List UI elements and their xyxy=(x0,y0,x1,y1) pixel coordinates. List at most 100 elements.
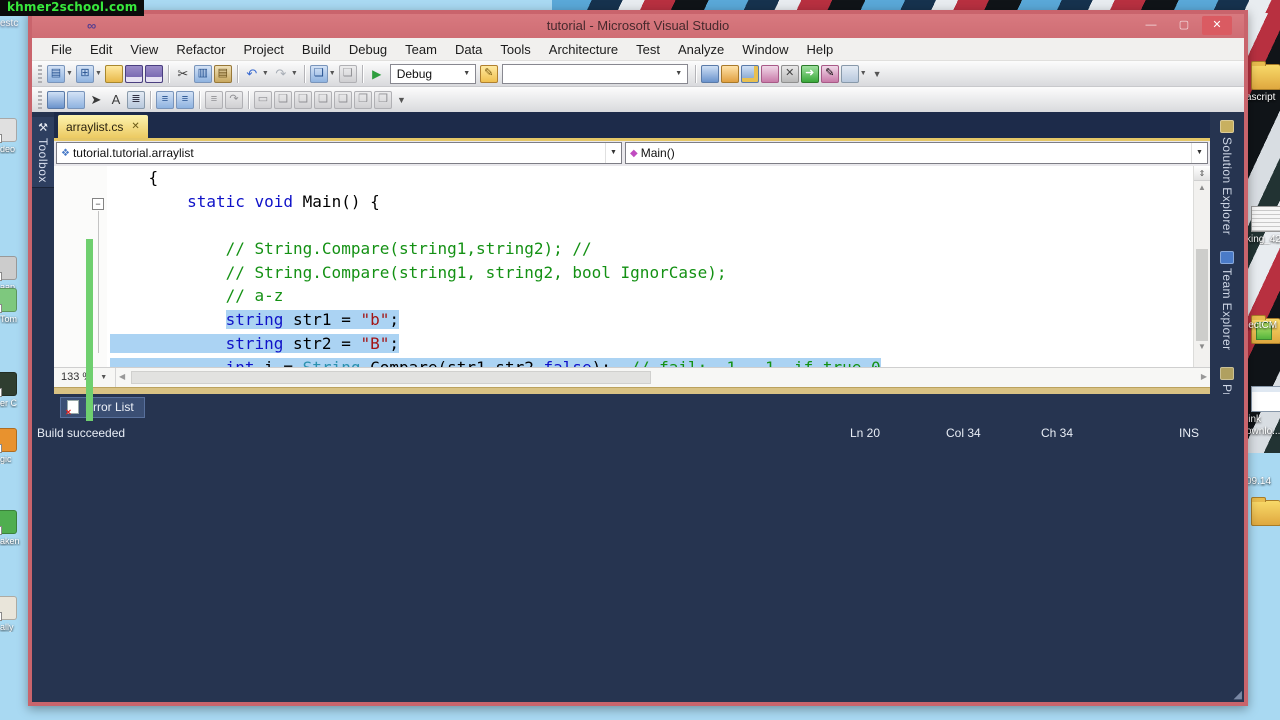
tab-close-icon[interactable]: ✕ xyxy=(131,121,139,132)
cut-button[interactable]: ✂ xyxy=(174,65,192,83)
menu-project[interactable]: Project xyxy=(234,39,292,60)
chevron-down-icon[interactable]: ▼ xyxy=(605,143,621,163)
desktop-icon-file[interactable] xyxy=(1251,206,1280,232)
desktop-shortcut-icon[interactable] xyxy=(0,256,17,281)
desktop-shortcut-icon[interactable] xyxy=(0,372,17,397)
toolbar-overflow-button[interactable]: ▼ xyxy=(873,69,882,79)
solution-explorer-button[interactable] xyxy=(720,64,739,83)
decrease-indent-button[interactable]: ≡ xyxy=(156,90,174,109)
code-line[interactable]: static void Main() { xyxy=(110,190,1193,214)
object-browser-button[interactable] xyxy=(760,64,779,83)
menu-analyze[interactable]: Analyze xyxy=(669,39,733,60)
zoom-level-dropdown[interactable]: 133 % ▼ xyxy=(54,367,116,387)
find-combo[interactable]: ▼ xyxy=(501,63,688,84)
redo-button[interactable]: ↷ xyxy=(272,65,290,83)
close-button[interactable]: ✕ xyxy=(1202,16,1232,35)
document-outline-button[interactable]: ≣ xyxy=(127,90,145,109)
code-line[interactable]: // String.Compare(string1, string2, bool… xyxy=(110,261,1193,285)
code-line[interactable] xyxy=(110,213,1193,237)
scroll-left-icon[interactable]: ◀ xyxy=(119,372,125,381)
view-designer-button[interactable] xyxy=(47,90,65,109)
wrap-lines-button[interactable]: ↷ xyxy=(225,90,243,109)
save-all-button[interactable] xyxy=(144,64,163,83)
redo-dropdown-caret[interactable]: ▼ xyxy=(291,70,298,77)
solution-platforms-button[interactable]: ✎ xyxy=(479,64,498,83)
members-dropdown[interactable]: ◆ Main() ▼ xyxy=(625,142,1208,164)
extension-manager-button[interactable]: ✎ xyxy=(820,64,839,83)
desktop-shortcut-icon[interactable] xyxy=(0,118,17,143)
horizontal-scrollbar[interactable]: ◀ ▶ xyxy=(116,368,1210,387)
menu-window[interactable]: Window xyxy=(733,39,797,60)
copy-button[interactable]: ▥ xyxy=(193,64,212,83)
comment-4-button[interactable]: ❑ xyxy=(334,90,352,109)
new-project-dropdown-caret[interactable]: ▼ xyxy=(66,70,73,77)
feedback-button[interactable]: ❑ xyxy=(338,64,357,83)
code-line[interactable]: // String.Compare(string1,string2); // xyxy=(110,237,1193,261)
horizontal-scrollbar-thumb[interactable] xyxy=(131,370,651,384)
collapse-region-icon[interactable]: − xyxy=(92,198,104,210)
code-editor[interactable]: { static void Main() { // String.Compare… xyxy=(107,166,1193,367)
desktop-shortcut-icon[interactable] xyxy=(0,428,17,453)
error-list-button[interactable]: Error List xyxy=(60,396,145,418)
menu-team[interactable]: Team xyxy=(396,39,446,60)
menu-view[interactable]: View xyxy=(121,39,167,60)
title-bar[interactable]: ∞ tutorial - Microsoft Visual Studio — ▢… xyxy=(32,14,1244,38)
add-new-item-button[interactable]: ⊞ xyxy=(75,64,94,83)
desktop-icon-folder[interactable] xyxy=(1251,61,1280,90)
menu-test[interactable]: Test xyxy=(627,39,669,60)
menu-tools[interactable]: Tools xyxy=(491,39,539,60)
menu-edit[interactable]: Edit xyxy=(81,39,121,60)
undo-dropdown-caret[interactable]: ▼ xyxy=(262,70,269,77)
code-line[interactable]: // a-z xyxy=(110,284,1193,308)
menu-help[interactable]: Help xyxy=(798,39,843,60)
minimize-button[interactable]: — xyxy=(1136,16,1166,35)
solution-configurations-combo[interactable]: Debug ▼ xyxy=(389,63,476,84)
comment-3-button[interactable]: ❑ xyxy=(314,90,332,109)
menu-file[interactable]: File xyxy=(42,39,81,60)
toolbar-overflow-button[interactable]: ▼ xyxy=(397,95,406,105)
new-project-button[interactable]: ▤ xyxy=(47,64,65,83)
select-pointer-button[interactable]: ➤ xyxy=(87,91,105,109)
comment-2-button[interactable]: ❑ xyxy=(294,90,312,109)
menu-refactor[interactable]: Refactor xyxy=(167,39,234,60)
comment-bubble-button[interactable]: ❑ xyxy=(309,64,328,83)
desktop-icon-notepad[interactable] xyxy=(1251,386,1280,412)
sidebar-tab-toolbox[interactable]: ⚒ Toolbox xyxy=(32,117,54,188)
toolbox-window-button[interactable]: ✕ xyxy=(780,64,799,83)
scroll-down-icon[interactable]: ▼ xyxy=(1194,342,1210,351)
validate-all-button[interactable]: ❒ xyxy=(374,90,392,109)
menu-debug[interactable]: Debug xyxy=(340,39,396,60)
sidebar-tab-solution-explorer[interactable]: Solution Explorer xyxy=(1220,120,1234,235)
code-line[interactable]: { xyxy=(110,166,1193,190)
desktop-icon-folder[interactable] xyxy=(1251,497,1280,526)
command-window-button[interactable] xyxy=(840,64,859,83)
desktop-shortcut-icon[interactable] xyxy=(0,288,17,313)
comment-bubble-dropdown-caret[interactable]: ▼ xyxy=(329,70,336,77)
view-code-button[interactable] xyxy=(67,90,85,109)
menu-architecture[interactable]: Architecture xyxy=(540,39,627,60)
find-in-files-button[interactable] xyxy=(700,64,719,83)
undo-button[interactable]: ↶ xyxy=(243,65,261,83)
code-line[interactable]: int i = String.Compare(str1,str2,false);… xyxy=(110,356,1193,367)
comment-1-button[interactable]: ❑ xyxy=(274,90,292,109)
types-dropdown[interactable]: ❖ tutorial.tutorial.arraylist ▼ xyxy=(56,142,622,164)
maximize-button[interactable]: ▢ xyxy=(1169,16,1199,35)
chevron-down-icon[interactable]: ▼ xyxy=(1191,143,1207,163)
vertical-scrollbar[interactable]: ⇕ ▲ ▼ xyxy=(1193,166,1210,367)
increase-indent-button[interactable]: ≡ xyxy=(176,90,194,109)
document-tab-arraylist[interactable]: arraylist.cs ✕ xyxy=(58,115,148,138)
toolbar-grip[interactable] xyxy=(38,90,42,109)
start-debugging-button[interactable]: ▶ xyxy=(368,65,386,83)
resize-grip-icon[interactable]: ◢ xyxy=(1234,688,1242,701)
menu-data[interactable]: Data xyxy=(446,39,491,60)
desktop-shortcut-icon[interactable] xyxy=(0,510,17,535)
font-button[interactable]: A xyxy=(107,91,125,109)
properties-window-button[interactable] xyxy=(740,64,759,83)
scroll-right-icon[interactable]: ▶ xyxy=(1201,372,1207,381)
start-page-button[interactable]: ➜ xyxy=(800,64,819,83)
show-lines-button[interactable]: ≡ xyxy=(205,90,223,109)
editor-gutter[interactable]: − xyxy=(54,166,107,596)
command-window-dropdown-caret[interactable]: ▼ xyxy=(860,70,867,77)
save-button[interactable] xyxy=(124,64,143,83)
menu-build[interactable]: Build xyxy=(293,39,340,60)
